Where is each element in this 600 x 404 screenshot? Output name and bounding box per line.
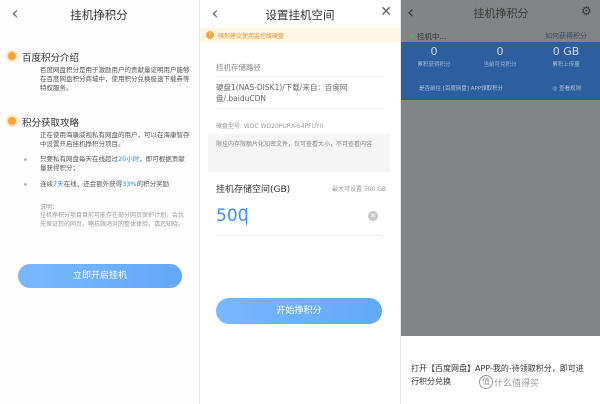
go-to-app-link[interactable]: 是否前往 [百度网盘] APP领取积分 (419, 84, 503, 92)
strategy-text: 正在使用海康威视私有网盘的用户，可以在海康智存中设置开启挂机挣积分项目。 (40, 131, 190, 148)
space-input[interactable]: 500 (216, 206, 248, 226)
start-earning-button[interactable]: 开始挣积分 (216, 298, 382, 324)
hosting-status-screen: ‹ 挂机挣积分 ⚙ 挂机中... 如何获得积分 0 累积获得积分 0 当前可兑积… (400, 0, 600, 404)
clear-input-icon[interactable]: ✕ (368, 211, 378, 221)
warning-icon: ! (206, 31, 214, 39)
status-dot (410, 34, 414, 38)
intro-bullet-icon (8, 52, 16, 60)
nav-bar: ‹ 挂机挣积分 (0, 0, 198, 30)
start-hosting-button[interactable]: 立即开启挂机 (18, 264, 182, 288)
hosting-status: 挂机中... (417, 32, 447, 41)
stat-upload-volume: 0 GB 累积上传量 (535, 42, 597, 68)
stat-value: 0 (430, 45, 438, 58)
online-hours-rule: 只要私有网盘每天在线超过20小时，即可根据贡献量获得积分； (40, 155, 185, 172)
gear-icon[interactable]: ⚙ (581, 4, 592, 18)
points-summary-card: 0 累积获得积分 0 当前可兑积分 0 GB 累积上传量 是否前往 [百度网盘]… (401, 42, 600, 100)
intro-heading: 百度积分介绍 (22, 53, 80, 64)
storage-path-value[interactable]: 硬盘1(NAS-DISK1)/下载/来自：百度网盘/.baiduCDN (216, 82, 386, 104)
stat-total-points: 0 累积获得积分 (403, 42, 465, 68)
tip-box: 限挂内存限额片化加密文件，仅可查看大小，不可查看内容 (208, 134, 390, 172)
stat-label: 累积上传量 (552, 62, 580, 68)
stat-value: 0 GB (552, 45, 580, 58)
tip-text: 限挂内存限额片化加密文件，仅可查看大小，不可查看内容 (216, 141, 373, 148)
stat-label: 当前可兑积分 (483, 62, 517, 68)
set-hosting-space-screen: ‹ 设置挂机空间 ✕ ! 强烈建议使用监控级硬盘 挂机存储路径 硬盘1(NAS-… (199, 0, 400, 404)
path-label: 挂机存储路径 (216, 63, 261, 72)
dim-overlay[interactable]: ‹ 挂机挣积分 ⚙ 挂机中... 如何获得积分 0 累积获得积分 0 当前可兑积… (401, 0, 600, 336)
stat-value: 0 (496, 45, 504, 58)
space-label: 挂机存储空间(GB) (216, 185, 291, 195)
max-space-hint: 最大可设置 500 GB (331, 186, 386, 193)
streak-bonus-rule: 连续7天在线，还会额外获得33%的积分奖励 (40, 180, 170, 188)
warning-text: 强烈建议使用监控级硬盘 (218, 33, 285, 40)
text-caret (246, 208, 247, 225)
page-title: 设置挂机空间 (265, 8, 335, 22)
note-text: 挂机挣积分项目目前可能存在部分网页保护计划，会优先保证您的网页，略抗腾鸿对的整体… (40, 212, 185, 228)
nav-bar: ‹ 设置挂机空间 ✕ (200, 0, 400, 30)
watermark-logo: 值 (479, 375, 493, 389)
bottom-sheet: 打开【百度网盘】APP-我的-待领取积分，即可进行积分兑换 (401, 336, 600, 404)
strategy-bullet-icon (8, 117, 16, 125)
how-to-earn-link[interactable]: 如何获得积分 (545, 31, 587, 41)
divider (216, 76, 384, 77)
bullet-dot (24, 158, 27, 161)
disk-model: 硬盘型号: WDC WD20PURX-64PFUY0 (216, 123, 324, 130)
divider (216, 108, 384, 109)
watermark-text: 什么值得买 (494, 379, 540, 389)
stat-redeemable-points: 0 当前可兑积分 (469, 42, 531, 68)
close-icon[interactable]: ✕ (380, 4, 392, 20)
page-title: 挂机挣积分 (473, 7, 529, 20)
points-intro-screen: ‹ 挂机挣积分 百度积分介绍 百度网盘积分是用于激励用户的贡献量证明用户能够在百… (0, 0, 198, 404)
bullet-dot (24, 183, 27, 186)
strategy-heading: 积分获取攻略 (22, 118, 80, 129)
stat-label: 累积获得积分 (417, 62, 451, 68)
warning-bar: ! 强烈建议使用监控级硬盘 (200, 28, 400, 42)
view-rules-link[interactable]: ◎ 查看规则 (552, 84, 581, 92)
input-underline (216, 235, 382, 236)
page-title: 挂机挣积分 (70, 8, 128, 22)
intro-text: 百度网盘积分是用于激励用户的贡献量证明用户能够在百度网盘积分商城中，使用积分兑换… (40, 66, 190, 92)
